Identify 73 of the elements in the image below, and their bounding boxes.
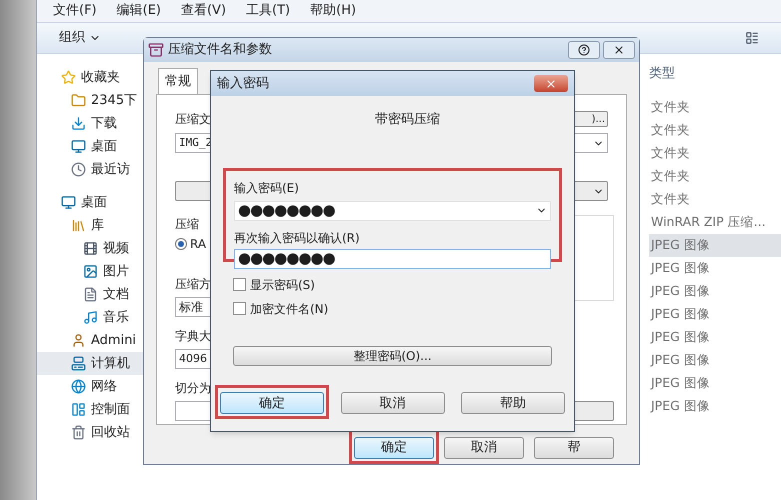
nav-item[interactable]: 控制面 xyxy=(37,398,147,421)
field-label: 字典大 xyxy=(175,328,211,346)
computer-icon xyxy=(71,356,86,371)
dialog-heading: 带密码压缩 xyxy=(374,111,441,129)
field-label: 输入密码(E) xyxy=(234,180,299,194)
nav-item[interactable]: 桌面 xyxy=(37,135,147,158)
help-icon xyxy=(578,44,590,56)
nav-item[interactable]: 最近访 xyxy=(37,158,147,181)
clock-icon xyxy=(71,162,86,177)
close-button[interactable] xyxy=(603,41,635,60)
control-panel-icon xyxy=(71,402,86,417)
group-label: 压缩 xyxy=(175,216,200,234)
nav-item[interactable]: 回收站 xyxy=(37,421,147,444)
close-button[interactable] xyxy=(534,75,568,92)
dialog-button[interactable]: 帮助 xyxy=(461,392,565,414)
dialog-button[interactable]: 确定 xyxy=(354,437,434,459)
film-icon xyxy=(83,241,98,256)
nav-item[interactable]: 文档 xyxy=(37,283,147,306)
table-cell: JPEG 图像 xyxy=(649,234,781,257)
nav-item[interactable]: 视频 xyxy=(37,237,147,260)
view-icon[interactable] xyxy=(745,31,759,45)
window-title: 压缩文件名和参数 xyxy=(168,41,272,60)
close-icon xyxy=(545,78,557,90)
tab[interactable]: 常规 xyxy=(158,68,198,94)
radio-option[interactable]: RA xyxy=(175,235,206,254)
music-icon xyxy=(83,310,98,325)
dialog-button[interactable]: 确定 xyxy=(220,392,324,414)
folder-icon xyxy=(71,93,86,108)
archive-icon xyxy=(148,42,164,58)
close-icon xyxy=(613,44,625,56)
star-icon xyxy=(61,70,76,85)
field-label: 压缩方 xyxy=(175,276,211,294)
nav-item[interactable]: 2345下 xyxy=(37,89,147,112)
field-label: 再次输入密码以确认(R) xyxy=(234,230,361,246)
menu-item[interactable]: 工具(T) xyxy=(246,1,290,21)
menu-item[interactable]: 文件(F) xyxy=(53,1,97,21)
nav-item[interactable]: 下载 xyxy=(37,112,147,135)
checkbox-option[interactable]: 显示密码(S) xyxy=(233,276,574,294)
help-button[interactable] xyxy=(568,41,600,60)
globe-icon xyxy=(71,379,86,394)
radio-button[interactable] xyxy=(175,238,187,250)
document-icon xyxy=(83,287,98,302)
nav-item[interactable]: 图片 xyxy=(37,260,147,283)
dialog-button[interactable]: 帮 xyxy=(534,437,614,459)
library-icon xyxy=(71,218,86,233)
nav-item[interactable]: 收藏夹 xyxy=(37,66,147,89)
organize-passwords-button[interactable]: 整理密码(O)... xyxy=(233,346,552,366)
nav-item[interactable]: 音乐 xyxy=(37,306,147,329)
checkbox[interactable] xyxy=(233,302,246,315)
menu-item[interactable]: 帮助(H) xyxy=(310,1,356,21)
checkbox-option[interactable]: 加密文件名(N) xyxy=(233,300,574,318)
nav-item[interactable]: 桌面 xyxy=(37,191,147,214)
download-icon xyxy=(71,116,86,131)
dialog-button[interactable]: 取消 xyxy=(444,437,524,459)
nav-item[interactable]: 网络 xyxy=(37,375,147,398)
monitor-icon xyxy=(71,139,86,154)
field-label: 压缩文 xyxy=(175,111,211,128)
window-title: 输入密码 xyxy=(217,74,269,93)
dialog-button[interactable]: 取消 xyxy=(340,392,444,414)
user-icon xyxy=(71,333,86,348)
nav-item[interactable]: Admini xyxy=(37,329,147,352)
image-icon xyxy=(83,264,98,279)
column-header[interactable]: 类型 xyxy=(649,64,781,86)
menu-item[interactable]: 查看(V) xyxy=(180,1,226,21)
field-label: 切分为 xyxy=(175,380,211,398)
organize-button[interactable]: 组织 xyxy=(59,28,101,48)
nav-item[interactable]: 库 xyxy=(37,214,147,237)
password-field[interactable]: ●●●●●●●● xyxy=(234,248,551,268)
checkbox[interactable] xyxy=(233,278,246,291)
menu-item[interactable]: 编辑(E) xyxy=(116,1,161,21)
monitor-icon xyxy=(61,195,76,210)
trash-icon xyxy=(71,425,86,440)
password-field[interactable]: ●●●●●●●● xyxy=(234,200,551,220)
